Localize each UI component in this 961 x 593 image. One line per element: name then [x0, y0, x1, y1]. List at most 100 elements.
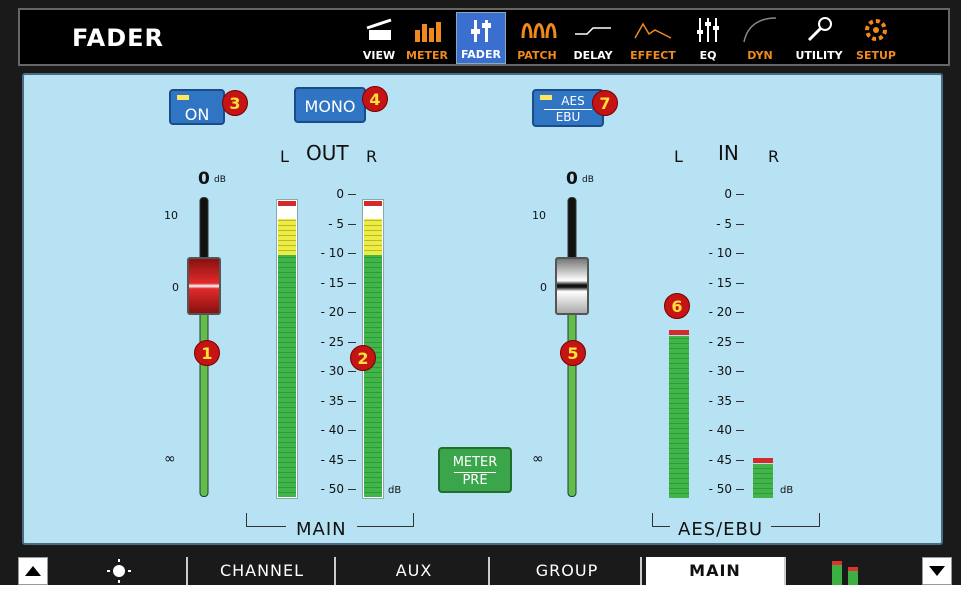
meter-scale-tick [348, 312, 356, 313]
meter-scale-label: - 50 [320, 482, 344, 496]
nav-delay-label: DELAY [573, 49, 613, 62]
meter-scale-label: - 20 [708, 305, 732, 319]
nav-meter-label: METER [406, 49, 448, 62]
meter-scale-label: - 40 [708, 423, 732, 437]
nav-meter[interactable]: METER [404, 12, 450, 64]
tab-group[interactable]: GROUP [494, 557, 642, 585]
meter-scale-tick [736, 459, 744, 461]
callout-badge-7: 7 [592, 90, 618, 116]
main-fader-inf-label: ∞ [164, 451, 176, 467]
out-meter-l-yellow [278, 219, 296, 255]
in-label: IN [718, 141, 739, 165]
aes-led [540, 95, 552, 100]
out-meter-l [276, 199, 298, 499]
tab-group-label: GROUP [535, 561, 599, 580]
nav-utility[interactable]: UTILITY [788, 12, 850, 64]
meter-icon [415, 22, 441, 42]
nav-utility-label: UTILITY [795, 49, 843, 62]
callout-badge-4: 4 [362, 86, 388, 112]
meter-pre-button[interactable]: METER PRE [438, 447, 512, 493]
callout-badge-2: 2 [350, 345, 376, 371]
nav-view[interactable]: VIEW [358, 12, 400, 64]
in-meter-l-peak [669, 330, 689, 335]
meter-scale-label: - 25 [320, 334, 344, 349]
nav-patch-label: PATCH [517, 49, 557, 62]
main-fader-db-label: dB [214, 175, 226, 185]
meter-scale-tick [736, 282, 744, 284]
nav-patch[interactable]: PATCH [512, 12, 562, 64]
meter-scale-label: - 20 [320, 305, 344, 319]
out-db-unit: dB [388, 485, 402, 496]
main-fader[interactable]: 0 dB 10 0 ∞ [164, 167, 244, 499]
meter-scale-tick [736, 341, 744, 343]
in-l-label: L [674, 147, 683, 166]
nav-fader[interactable]: FADER [456, 12, 506, 64]
wrench-icon [807, 17, 832, 42]
aes-ebu-label: AES/EBU [670, 519, 772, 540]
meter-scale-tick [348, 430, 356, 431]
nav-dyn[interactable]: DYN [736, 12, 784, 64]
effect-icon [634, 22, 672, 39]
nav-eq-label: EQ [699, 49, 717, 62]
tab-channel[interactable]: CHANNEL [190, 557, 336, 585]
fader-icon [471, 20, 491, 42]
meter-scale-label: 0 [724, 187, 732, 201]
tab-main[interactable]: MAIN [646, 557, 786, 585]
callout-badge-1: 1 [194, 340, 220, 366]
meter-scale-label: - 5 [716, 216, 732, 231]
scroll-down-button[interactable] [922, 557, 952, 585]
meter-scale-label: - 30 [708, 364, 732, 378]
nav-eq[interactable]: EQ [688, 12, 728, 64]
meter-scale-tick [348, 489, 356, 490]
meter-scale-label: - 45 [708, 452, 732, 467]
in-meter-l-green [669, 336, 689, 498]
eq-icon [697, 18, 719, 42]
meter-scale-label: - 15 [320, 275, 344, 290]
aes-fader-cap[interactable] [555, 257, 589, 315]
meter-scale-label: - 25 [708, 334, 732, 349]
on-button-label: ON [184, 105, 210, 124]
nav-delay[interactable]: DELAY [566, 12, 620, 64]
meter-scale-tick [736, 312, 744, 313]
out-label: OUT [306, 141, 349, 165]
nav-dyn-label: DYN [747, 49, 773, 62]
aes-bottom-label: EBU [544, 109, 592, 124]
scroll-up-button[interactable] [18, 557, 48, 585]
main-fader-zero-label: 0 [198, 169, 210, 189]
in-meter-scale: 0 - 5 - 10 - 15 - 20 - 25 - 30 - 35 - 40 - 45 - 50 [692, 187, 746, 507]
meter-scale-label: - 35 [708, 393, 732, 408]
tab-aux-label: AUX [395, 561, 433, 580]
main-fader-plus10-label: 10 [164, 209, 178, 222]
meter-scale-label: - 10 [320, 246, 344, 260]
header-bar: FADER VIEW METER FADER PATCH DELAY EFFEC… [18, 8, 950, 66]
in-meter-r-green [753, 464, 773, 498]
nav-view-label: VIEW [362, 49, 396, 62]
main-fader-cap[interactable] [187, 257, 221, 315]
out-meter-scale: 0 - 5 - 10 - 15 - 20 - 25 - 30 - 35 - 40 - 45 - 50 [304, 187, 358, 507]
brightness-button[interactable] [52, 557, 188, 585]
tab-main-label: MAIN [689, 561, 741, 580]
meter-scale-tick [736, 371, 744, 372]
in-meter-l [668, 199, 690, 499]
aes-fader[interactable]: 0 dB 10 0 ∞ [532, 167, 612, 499]
aes-fader-plus10-label: 10 [532, 209, 546, 222]
main-on-button[interactable]: ON [169, 89, 225, 125]
dyn-icon [743, 17, 777, 43]
meter-scale-tick [736, 489, 744, 490]
tab-aux[interactable]: AUX [340, 557, 490, 585]
main-label: MAIN [286, 519, 357, 540]
out-meter-l-green [278, 255, 296, 497]
meter-pre-bottom: PRE [454, 472, 496, 488]
screen-frame: FADER VIEW METER FADER PATCH DELAY EFFEC… [0, 0, 961, 585]
meter-scale-tick [736, 194, 744, 195]
footer-bar: CHANNEL AUX GROUP MAIN [18, 549, 959, 585]
out-meter-l-peak [278, 201, 296, 206]
callout-badge-3: 3 [222, 90, 248, 116]
meter-scale-label: - 50 [708, 482, 732, 496]
mono-button[interactable]: MONO [294, 87, 366, 123]
nav-effect[interactable]: EFFECT [624, 12, 682, 64]
meter-scale-tick [348, 253, 356, 254]
meter-scale-label: - 30 [320, 364, 344, 378]
nav-setup[interactable]: SETUP [852, 12, 900, 64]
meter-view-button[interactable] [826, 557, 866, 585]
